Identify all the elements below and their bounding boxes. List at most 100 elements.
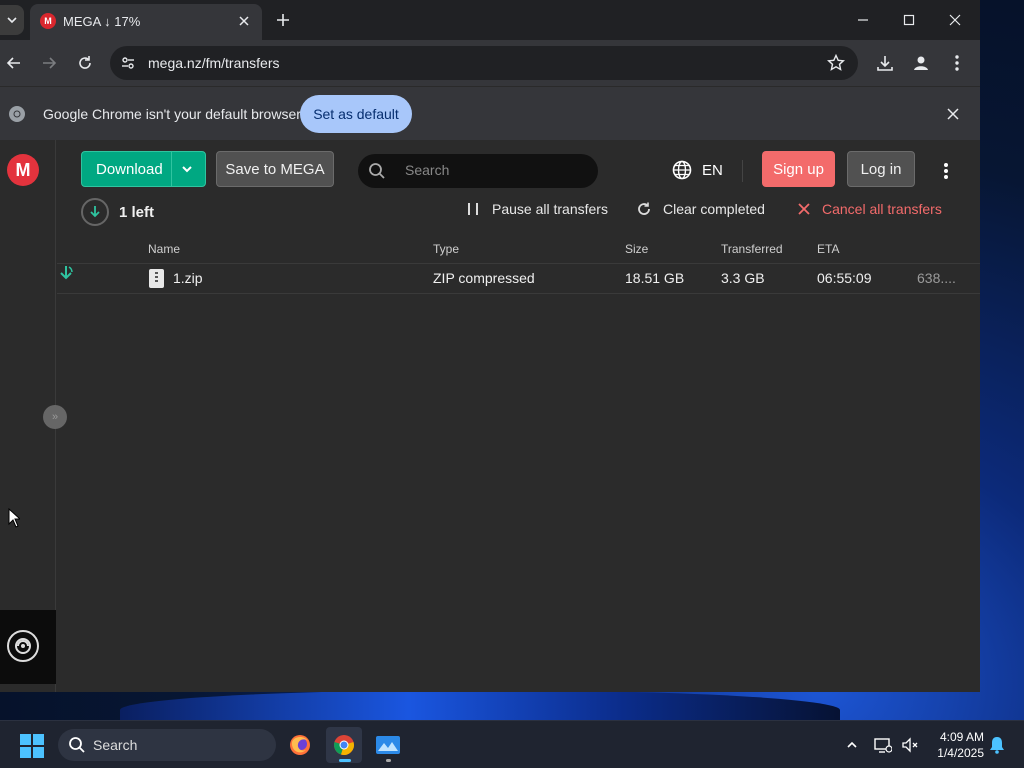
download-progress-icon — [81, 198, 109, 226]
default-browser-infobar: Google Chrome isn't your default browser… — [0, 86, 980, 140]
close-icon — [239, 16, 249, 26]
running-app-indicator — [386, 759, 391, 762]
column-header-type[interactable]: Type — [433, 242, 459, 256]
taskbar-search[interactable]: Search — [58, 729, 276, 761]
clock-date: 1/4/2025 — [937, 746, 984, 760]
notifications-button[interactable] — [987, 735, 1007, 755]
active-app-indicator — [339, 759, 351, 762]
search-input[interactable]: Search — [358, 154, 598, 188]
clear-completed-button[interactable]: Clear completed — [637, 201, 765, 217]
refresh-icon — [638, 202, 650, 215]
new-tab-button[interactable] — [272, 9, 294, 31]
column-header-size[interactable]: Size — [625, 242, 648, 256]
download-icon — [877, 56, 893, 71]
set-default-button[interactable]: Set as default — [300, 95, 412, 133]
close-icon — [949, 14, 961, 26]
chevron-down-icon — [7, 17, 17, 24]
site-info-icon[interactable] — [118, 53, 138, 73]
chrome-menu-button[interactable] — [945, 51, 969, 75]
more-vertical-icon — [955, 55, 959, 71]
mega-menu-button[interactable] — [936, 160, 956, 182]
volume-muted-icon — [902, 737, 918, 753]
search-icon — [369, 163, 385, 179]
window-close-button[interactable] — [932, 0, 978, 40]
column-header-transferred[interactable]: Transferred — [721, 242, 783, 256]
transfers-left-indicator: 1 left — [81, 198, 154, 226]
arrow-right-icon — [43, 57, 57, 69]
infobar-close-button[interactable] — [944, 105, 962, 123]
double-chevron-right-icon: » — [51, 411, 59, 423]
volume-tray-button[interactable] — [900, 735, 920, 755]
bookmark-star-icon[interactable] — [826, 53, 846, 73]
show-hidden-icons-button[interactable] — [842, 735, 862, 755]
row-file-type: ZIP compressed — [433, 270, 535, 286]
downloading-icon — [60, 266, 73, 280]
url-text[interactable]: mega.nz/fm/transfers — [148, 55, 280, 71]
download-button[interactable]: Download — [81, 151, 206, 187]
row-file-size: 18.51 GB — [625, 270, 685, 286]
column-header-name[interactable]: Name — [148, 242, 180, 256]
profile-button[interactable] — [909, 51, 933, 75]
network-tray-button[interactable] — [873, 735, 893, 755]
mega-page: M » Download Save to MEGA Search EN Sign… — [0, 140, 980, 692]
language-code: EN — [702, 161, 723, 179]
signup-button[interactable]: Sign up — [762, 151, 835, 187]
mouse-cursor-icon — [8, 508, 20, 528]
cancel-all-label: Cancel all transfers — [822, 201, 942, 217]
firefox-taskbar-button[interactable] — [282, 727, 318, 763]
back-button[interactable] — [2, 51, 26, 75]
maximize-icon — [903, 14, 915, 26]
rail-bottom-panel — [0, 610, 56, 684]
mega-logo[interactable]: M — [7, 154, 39, 186]
firefox-icon — [290, 735, 310, 755]
clear-completed-label: Clear completed — [663, 201, 765, 217]
network-icon — [874, 738, 892, 753]
tab-search-button[interactable] — [0, 5, 24, 35]
search-placeholder: Search — [405, 162, 450, 178]
save-to-mega-button[interactable]: Save to MEGA — [216, 151, 334, 187]
row-file-name: 1.zip — [173, 270, 203, 286]
row-eta: 06:55:09 — [817, 270, 872, 286]
profile-icon — [914, 56, 928, 70]
tab-mega[interactable]: M MEGA ↓ 17% — [30, 4, 262, 40]
start-button[interactable] — [20, 734, 44, 758]
tab-close-button[interactable] — [234, 11, 254, 31]
reload-icon — [79, 56, 91, 69]
download-options-button[interactable] — [178, 160, 196, 178]
tab-title: MEGA ↓ 17% — [63, 14, 141, 29]
bell-icon — [990, 737, 1004, 754]
minimize-button[interactable] — [840, 0, 886, 40]
tab-strip: M MEGA ↓ 17% — [0, 0, 980, 40]
column-header-eta[interactable]: ETA — [817, 242, 839, 256]
forward-button[interactable] — [37, 51, 61, 75]
address-bar[interactable]: mega.nz/fm/transfers — [110, 46, 858, 80]
zip-file-icon — [149, 269, 164, 288]
language-selector[interactable]: EN — [672, 160, 723, 180]
windows-logo-icon — [20, 734, 31, 745]
chevron-down-icon — [182, 166, 192, 173]
clock-time: 4:09 AM — [939, 730, 984, 744]
photos-taskbar-button[interactable] — [370, 727, 406, 763]
pause-all-button[interactable]: Pause all transfers — [466, 201, 608, 217]
reload-button[interactable] — [73, 51, 97, 75]
transfers-table-header: Name Type Size Transferred ETA — [57, 240, 980, 264]
sidebar-expand-handle[interactable]: » — [43, 405, 67, 429]
table-row[interactable]: 1.zip ZIP compressed 18.51 GB 3.3 GB 06:… — [57, 264, 980, 294]
maximize-button[interactable] — [886, 0, 932, 40]
taskbar-clock[interactable]: 4:09 AM 1/4/2025 — [922, 729, 984, 761]
chrome-taskbar-button[interactable] — [326, 727, 362, 763]
close-icon — [947, 108, 959, 120]
downloads-button[interactable] — [873, 51, 897, 75]
browser-toolbar: mega.nz/fm/transfers — [0, 40, 980, 86]
cancel-all-button[interactable]: Cancel all transfers — [798, 201, 942, 217]
arrow-left-icon — [6, 57, 20, 69]
close-icon — [798, 203, 810, 215]
mega-favicon-icon: M — [40, 13, 56, 29]
plus-icon — [277, 14, 289, 26]
photos-icon — [376, 736, 400, 754]
infobar-message: Google Chrome isn't your default browser — [43, 106, 301, 122]
header-divider — [742, 160, 743, 182]
swirl-app-icon[interactable] — [7, 630, 39, 662]
more-vertical-icon — [944, 163, 948, 179]
login-button[interactable]: Log in — [847, 151, 915, 187]
